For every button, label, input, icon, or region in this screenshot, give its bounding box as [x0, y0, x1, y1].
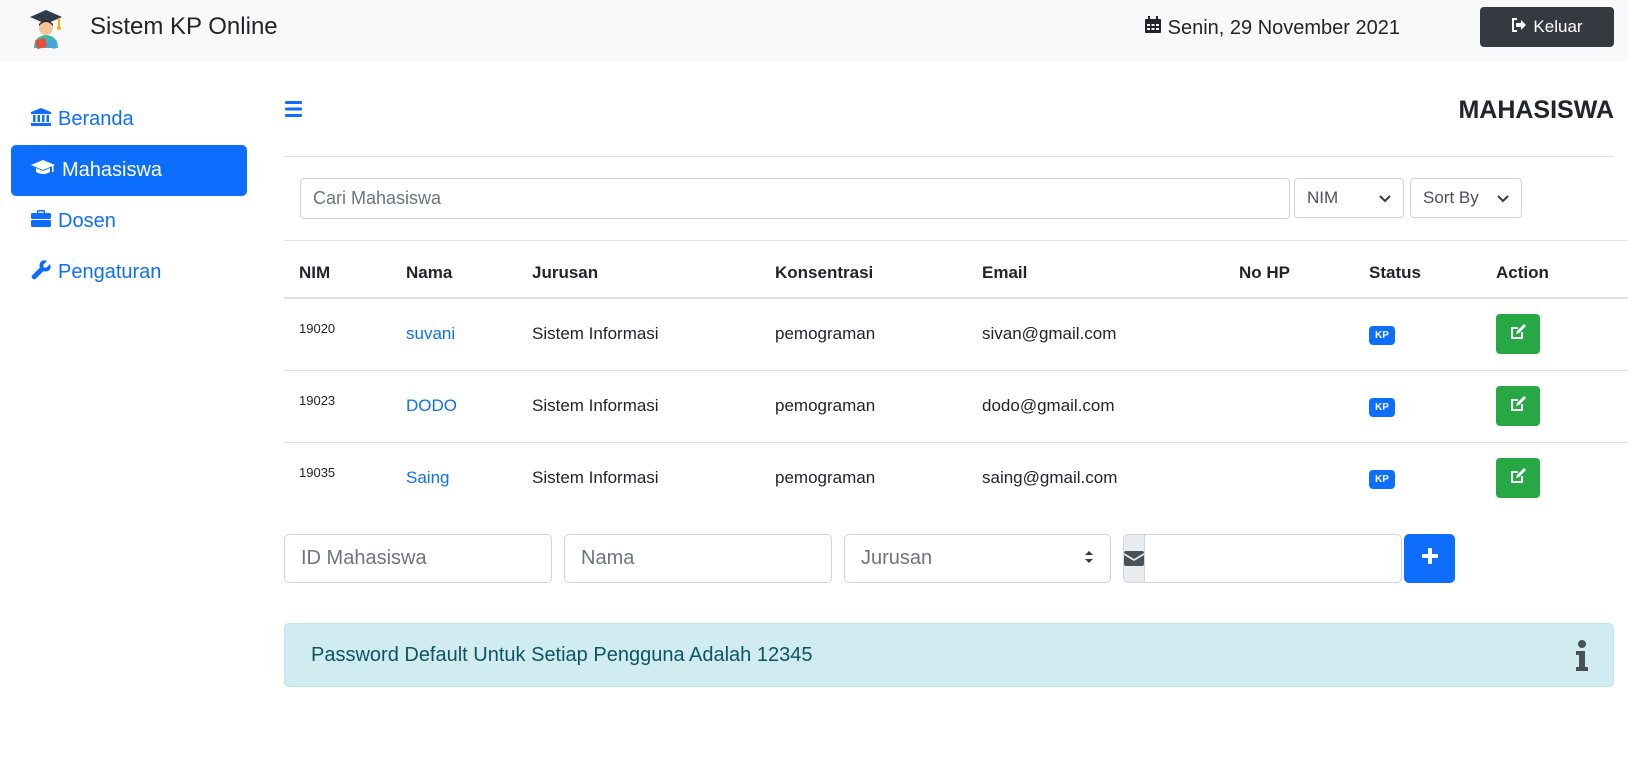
cell-jurusan: Sistem Informasi: [532, 468, 659, 488]
current-date: Senin, 29 November 2021: [1144, 16, 1400, 40]
email-input-group: [1123, 534, 1402, 583]
jurusan-select-value: Jurusan: [861, 547, 933, 569]
cell-status: KP: [1354, 298, 1481, 371]
wrench-icon: [31, 259, 51, 286]
info-alert: Password Default Untuk Setiap Pengguna A…: [284, 623, 1614, 687]
briefcase-icon: [31, 210, 51, 233]
cell-nama-link[interactable]: suvani: [391, 298, 517, 371]
edit-icon: [1509, 395, 1527, 418]
menu-toggle-icon[interactable]: [284, 100, 304, 118]
divider: [284, 156, 1614, 157]
cell-konsentrasi: pemograman: [760, 298, 967, 371]
search-input[interactable]: [300, 178, 1290, 219]
logout-label: Keluar: [1533, 17, 1583, 36]
cell-email: dodo@gmail.com: [967, 370, 1224, 443]
cell-konsentrasi: pemograman: [760, 370, 967, 443]
nama-input[interactable]: [564, 534, 832, 583]
top-navbar: Sistem KP Online Senin, 29 November 2021…: [0, 0, 1628, 62]
page-title: MAHASISWA: [1458, 96, 1614, 124]
cell-konsentrasi: pemograman: [775, 468, 876, 488]
column-header-action: Action: [1481, 248, 1628, 299]
cell-status: KP: [1354, 442, 1481, 514]
sidebar-item-label: Mahasiswa: [62, 159, 163, 181]
sort-by-select[interactable]: Sort By: [1410, 178, 1522, 218]
column-header-nim[interactable]: NIM: [284, 248, 391, 299]
table-row: 19023 DODO Sistem Informasi pemograman d…: [284, 370, 1628, 443]
cell-email: sivan@gmail.com: [967, 298, 1224, 371]
cell-nim: 19023: [284, 370, 391, 443]
filter-field-value: NIM: [1307, 188, 1339, 207]
chevron-down-icon: [1497, 188, 1509, 208]
table-row: 19020 suvani Sistem Informasi pemograman…: [284, 298, 1628, 371]
table-row: 19035 Saing Sistem Informasi pemograman …: [284, 442, 1628, 514]
info-icon: [1575, 640, 1589, 678]
edit-button[interactable]: [1496, 458, 1540, 499]
cell-action: [1481, 370, 1628, 443]
edit-button[interactable]: [1496, 314, 1540, 355]
date-text: Senin, 29 November 2021: [1167, 16, 1400, 39]
column-header-jurusan[interactable]: Jurusan: [517, 248, 760, 299]
column-header-no-hp[interactable]: No HP: [1224, 248, 1354, 299]
plus-icon: [1421, 547, 1439, 570]
cell-email: saing@gmail.com: [982, 468, 1118, 488]
status-badge: KP: [1369, 398, 1395, 417]
cell-no-hp: [1224, 370, 1354, 443]
app-title: Sistem KP Online: [90, 13, 278, 40]
filter-field-select[interactable]: NIM: [1294, 178, 1404, 218]
cell-no-hp: [1224, 442, 1354, 514]
logout-button[interactable]: Keluar: [1480, 7, 1614, 47]
sidebar-item-pengaturan[interactable]: Pengaturan: [11, 247, 247, 298]
sidebar: Beranda Mahasiswa Dosen Pengaturan: [11, 94, 247, 298]
cell-action: [1481, 442, 1628, 514]
column-header-nama[interactable]: Nama: [391, 248, 517, 299]
column-header-email[interactable]: Email: [967, 248, 1224, 299]
status-badge: KP: [1369, 470, 1395, 490]
sign-out-icon: [1511, 17, 1527, 37]
edit-icon: [1509, 323, 1527, 346]
column-header-status[interactable]: Status: [1354, 248, 1481, 299]
sidebar-item-mahasiswa[interactable]: Mahasiswa: [11, 145, 247, 196]
cell-action: [1481, 298, 1628, 371]
cell-nim: 19035: [299, 464, 336, 480]
bank-icon: [31, 107, 51, 132]
envelope-icon: [1123, 534, 1145, 583]
chevron-down-icon: [1379, 188, 1391, 208]
edit-button[interactable]: [1496, 386, 1540, 426]
cell-jurusan: Sistem Informasi: [517, 298, 760, 371]
edit-icon: [1509, 467, 1527, 490]
jurusan-select[interactable]: Jurusan: [844, 534, 1111, 583]
cell-nim: 19020: [284, 298, 391, 371]
cell-nama-link[interactable]: DODO: [391, 370, 517, 443]
cell-nama-link[interactable]: Saing: [391, 442, 517, 514]
email-input[interactable]: [1145, 534, 1402, 583]
sidebar-item-label: Dosen: [58, 210, 116, 232]
graduation-cap-icon: [31, 159, 55, 182]
cell-status: KP: [1354, 370, 1481, 443]
sidebar-item-label: Pengaturan: [58, 261, 162, 283]
sidebar-item-dosen[interactable]: Dosen: [11, 196, 247, 247]
mahasiswa-table: NIM Nama Jurusan Konsentrasi Email No HP…: [284, 248, 1628, 514]
alert-text: Password Default Untuk Setiap Pengguna A…: [311, 643, 813, 666]
sidebar-item-beranda[interactable]: Beranda: [11, 94, 247, 145]
cell-no-hp: [1224, 298, 1354, 371]
graduate-logo-icon: [28, 8, 64, 50]
add-mahasiswa-button[interactable]: [1404, 534, 1455, 583]
sort-by-value: Sort By: [1423, 188, 1479, 207]
sidebar-item-label: Beranda: [58, 108, 134, 130]
cell-jurusan: Sistem Informasi: [517, 370, 760, 443]
divider: [284, 240, 1628, 241]
table-header-row: NIM Nama Jurusan Konsentrasi Email No HP…: [284, 248, 1628, 299]
sort-arrows-icon: [1084, 547, 1094, 570]
id-mahasiswa-input[interactable]: [284, 534, 552, 583]
calendar-icon: [1144, 16, 1162, 40]
status-badge: KP: [1369, 326, 1395, 346]
column-header-konsentrasi[interactable]: Konsentrasi: [760, 248, 967, 299]
